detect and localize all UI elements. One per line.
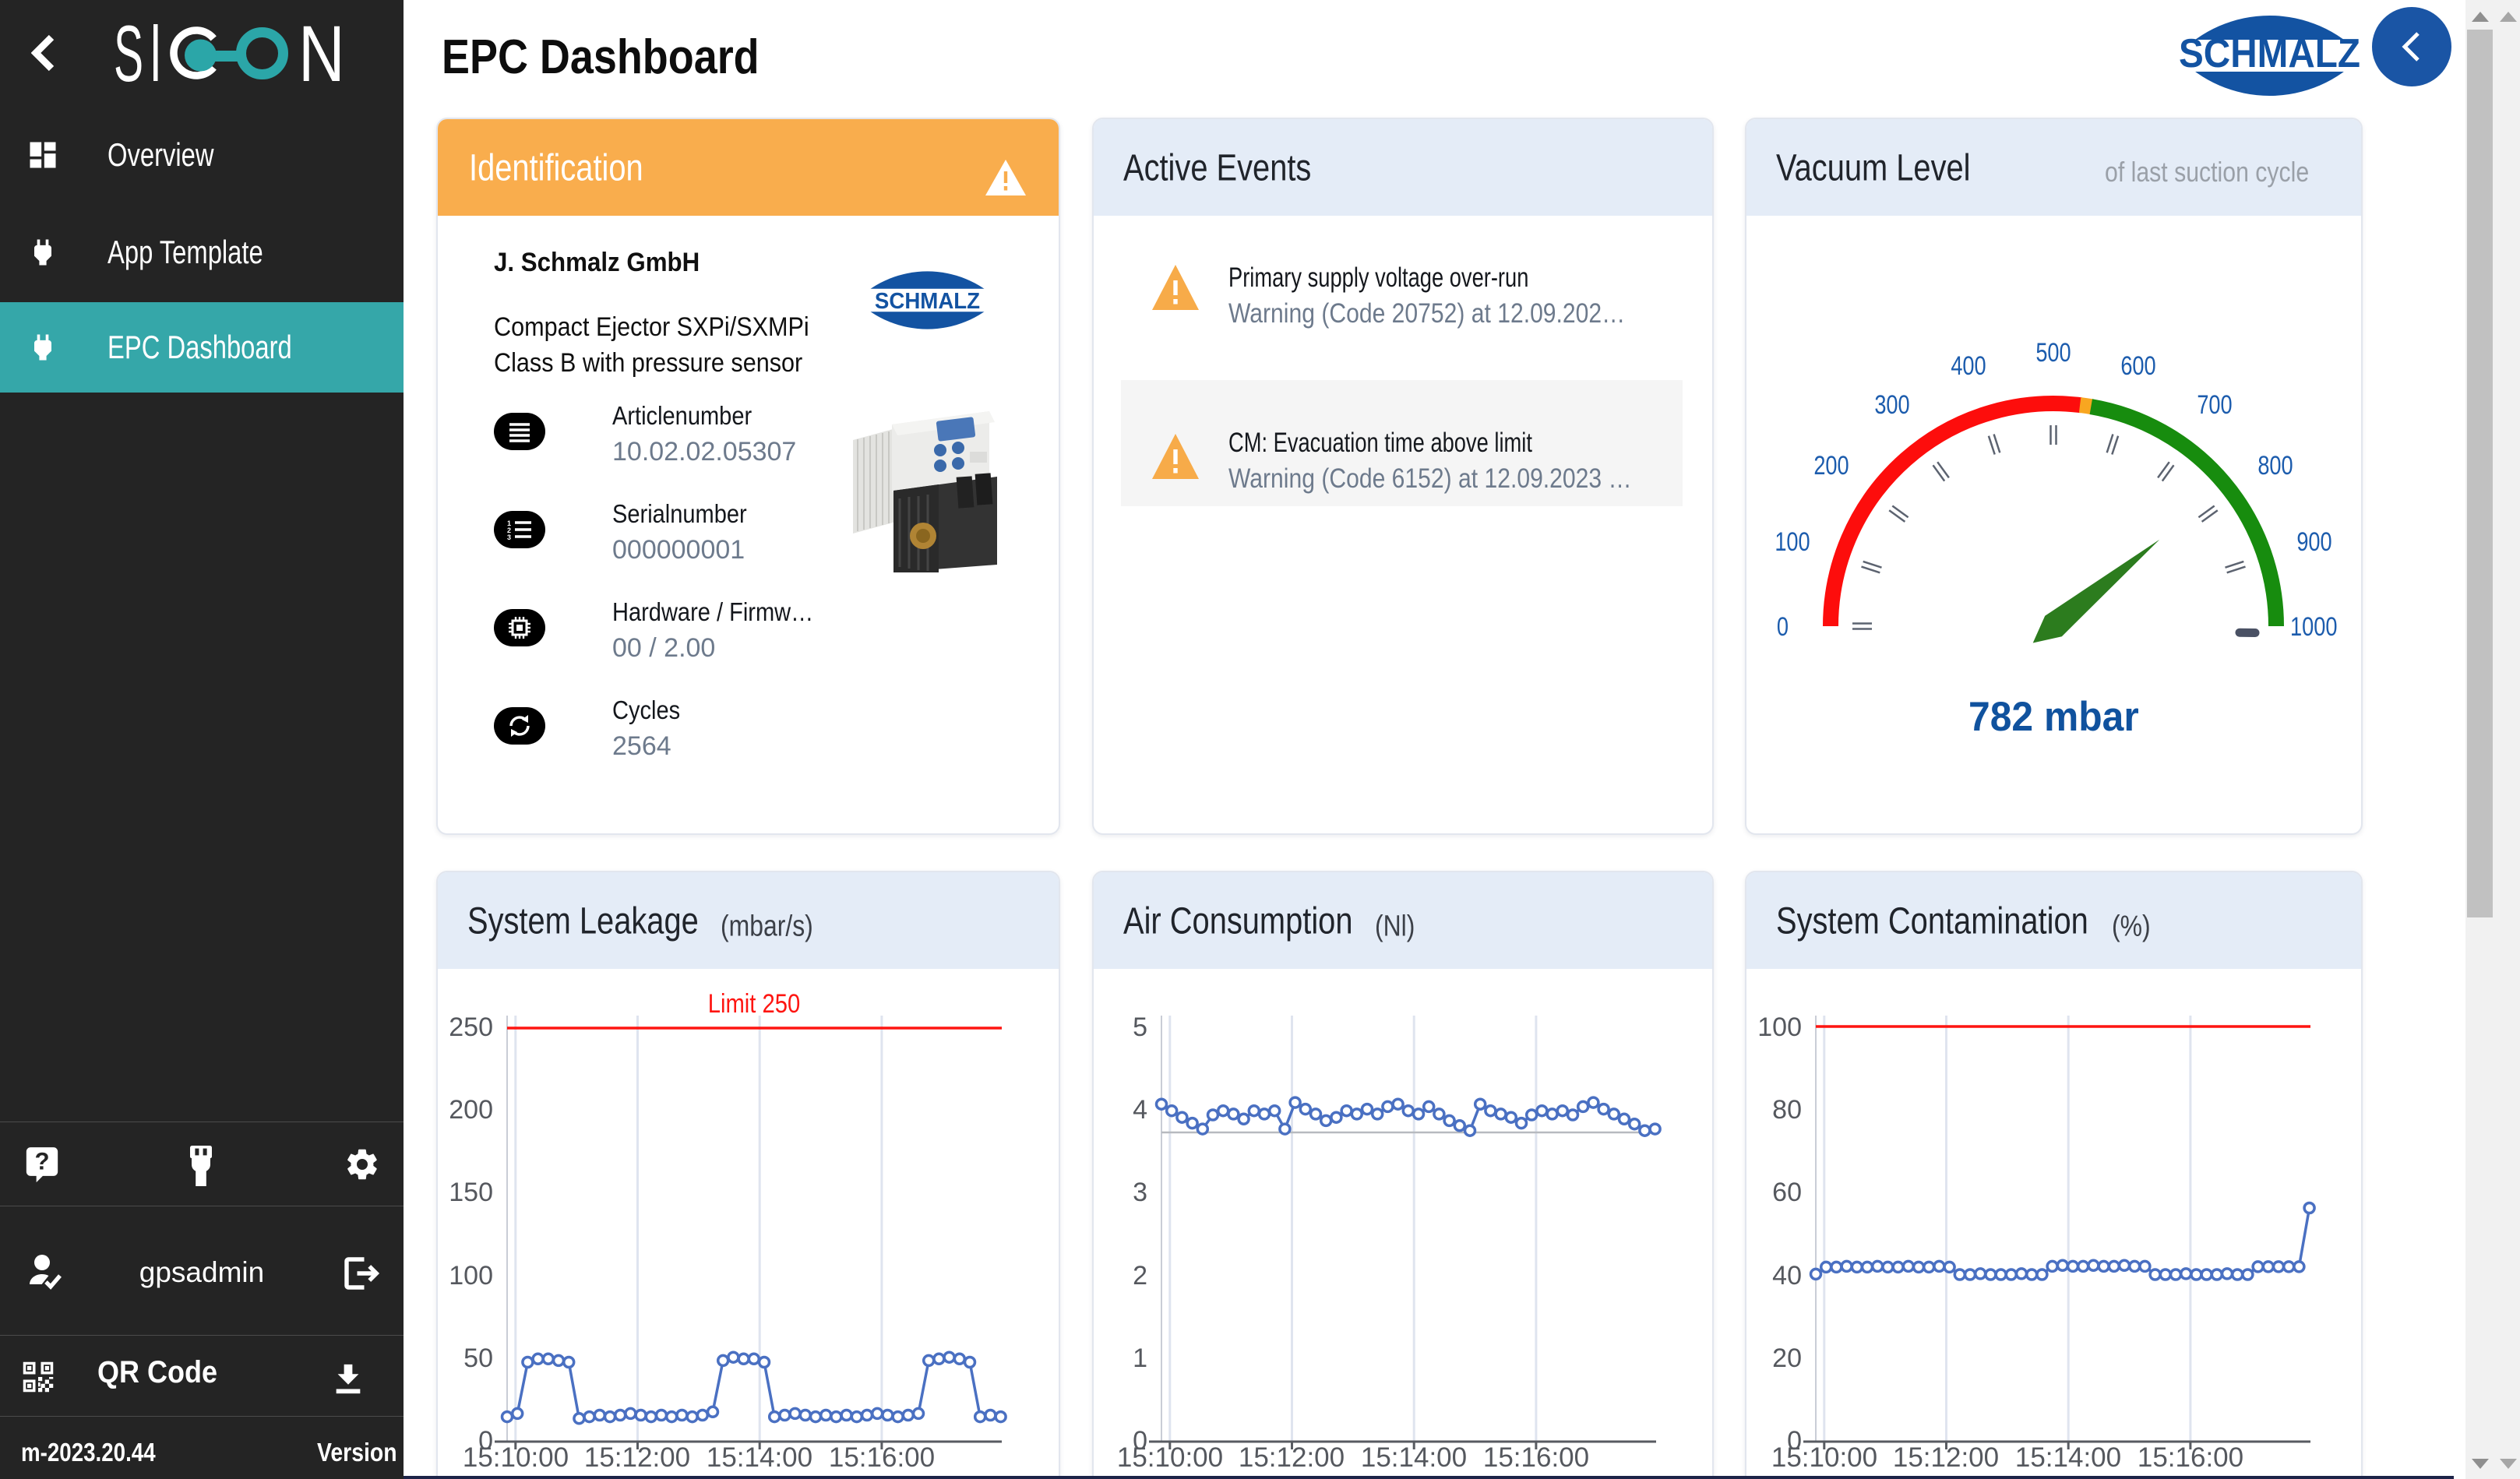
svg-text:60: 60	[1772, 1178, 1802, 1207]
svg-text:0: 0	[1787, 1426, 1802, 1456]
svg-text:5: 5	[1133, 1012, 1147, 1042]
svg-text:15:14:00: 15:14:00	[1361, 1442, 1467, 1473]
svg-text:100: 100	[449, 1261, 493, 1291]
svg-text:100: 100	[1757, 1012, 1802, 1042]
svg-text:150: 150	[449, 1178, 493, 1207]
svg-text:15:12:00: 15:12:00	[584, 1442, 690, 1473]
svg-text:15:14:00: 15:14:00	[707, 1442, 812, 1473]
svg-text:300: 300	[1874, 389, 1909, 420]
svg-text:15:14:00: 15:14:00	[2015, 1442, 2121, 1473]
svg-text:200: 200	[1813, 450, 1849, 481]
svg-text:0: 0	[1777, 611, 1789, 642]
svg-text:15:12:00: 15:12:00	[1893, 1442, 1999, 1473]
svg-text:3: 3	[1133, 1178, 1147, 1207]
svg-text:250: 250	[449, 1012, 493, 1042]
svg-text:50: 50	[463, 1343, 493, 1373]
svg-text:15:16:00: 15:16:00	[2138, 1442, 2243, 1473]
svg-text:500: 500	[2035, 337, 2071, 368]
svg-text:2: 2	[1133, 1261, 1147, 1291]
svg-text:0: 0	[1133, 1426, 1147, 1456]
svg-text:600: 600	[2120, 350, 2155, 381]
svg-text:400: 400	[1951, 350, 1986, 381]
svg-text:Limit 250: Limit 250	[708, 988, 801, 1019]
svg-text:15:12:00: 15:12:00	[1239, 1442, 1345, 1473]
svg-text:200: 200	[449, 1095, 493, 1125]
svg-text:900: 900	[2296, 526, 2331, 557]
svg-text:0: 0	[478, 1426, 493, 1456]
svg-text:1: 1	[1133, 1343, 1147, 1373]
svg-text:700: 700	[2197, 389, 2232, 420]
svg-text:15:16:00: 15:16:00	[829, 1442, 935, 1473]
svg-text:1000: 1000	[2290, 611, 2337, 642]
svg-text:80: 80	[1772, 1095, 1802, 1125]
svg-text:4: 4	[1133, 1095, 1147, 1125]
svg-text:100: 100	[1775, 526, 1810, 557]
svg-text:20: 20	[1772, 1343, 1802, 1373]
svg-text:40: 40	[1772, 1261, 1802, 1291]
svg-text:15:16:00: 15:16:00	[1483, 1442, 1589, 1473]
svg-text:800: 800	[2257, 450, 2293, 481]
